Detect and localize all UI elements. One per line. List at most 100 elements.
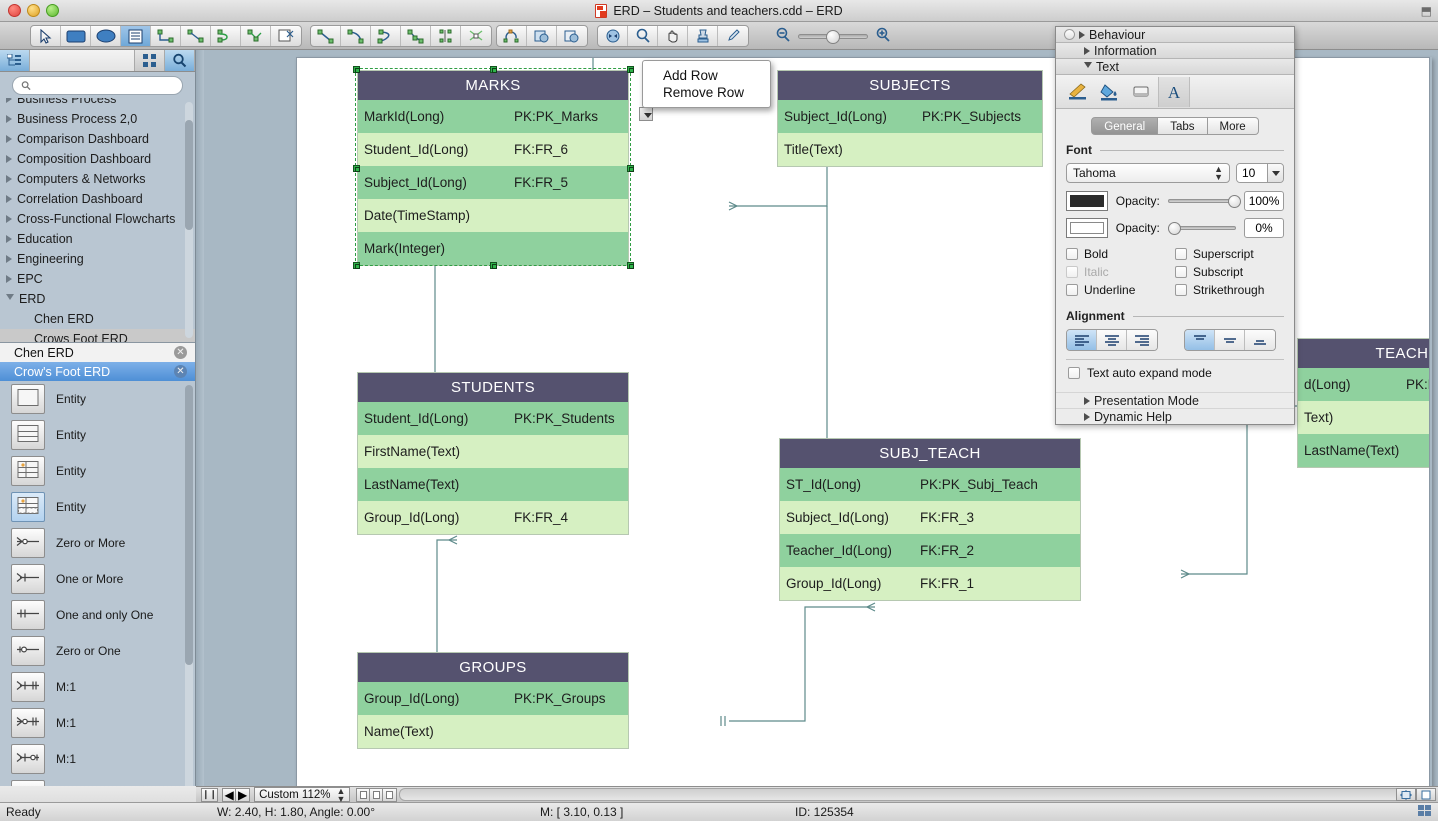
page-view-group[interactable] [356, 788, 397, 802]
refresh-icon[interactable] [598, 26, 628, 46]
subtract-icon[interactable] [557, 26, 587, 46]
chevron-right-icon[interactable] [6, 235, 12, 243]
tree-item-cross-functional-flowcharts[interactable]: Cross-Functional Flowcharts [0, 209, 195, 229]
rectangle-tool-icon[interactable] [61, 26, 91, 46]
chevron-right-icon[interactable] [6, 155, 12, 163]
tree-item-business-process[interactable]: Business Process [0, 98, 195, 109]
rounded-connector-icon[interactable] [211, 26, 241, 46]
context-menu-item-add-row[interactable]: Add Row [643, 67, 770, 84]
entity-row[interactable]: LastName(Text) [358, 468, 628, 501]
panel-section-dynamic-help[interactable]: Dynamic Help [1056, 408, 1294, 424]
row-context-menu[interactable]: Add RowRemove Row [642, 60, 771, 108]
shape-item-6[interactable]: One and only One [0, 597, 195, 633]
pause-icon[interactable]: ❙❙ [201, 788, 218, 802]
text-style-icon[interactable]: A [1158, 77, 1190, 107]
line-style-icon[interactable] [1062, 77, 1094, 107]
entity-row[interactable]: Subject_Id(Long)PK:PK_Subjects [778, 100, 1042, 133]
entity-row[interactable]: Text) [1298, 401, 1430, 434]
panel-section-behaviour[interactable]: Behaviour [1056, 27, 1294, 43]
shape-item-0[interactable]: Entity [0, 381, 195, 417]
arc-tool-icon[interactable] [341, 26, 371, 46]
direct-connector-icon[interactable] [181, 26, 211, 46]
tree-item-business-process-2-0[interactable]: Business Process 2,0 [0, 109, 195, 129]
shape-item-10[interactable]: M:1 [0, 741, 195, 777]
selection-handle[interactable] [353, 165, 360, 172]
smart-connector-icon[interactable] [241, 26, 271, 46]
selection-handle[interactable] [627, 165, 634, 172]
chevron-right-icon[interactable] [6, 115, 12, 123]
horizontal-scrollbar[interactable] [399, 788, 1436, 801]
close-icon[interactable]: ✕ [174, 346, 187, 359]
tree-scrollbar-thumb[interactable] [185, 120, 193, 230]
shape-item-1[interactable]: Entity [0, 417, 195, 453]
panel-tab-tabs[interactable]: Tabs [1158, 117, 1207, 135]
text-opacity-value[interactable]: 100% [1244, 191, 1284, 211]
shape-item-5[interactable]: One or More [0, 561, 195, 597]
close-icon[interactable]: ✕ [174, 365, 187, 378]
slider-knob[interactable] [1168, 222, 1181, 235]
tree-view-icon[interactable] [0, 50, 30, 71]
page-nav-group[interactable]: ◀ ▶ [222, 788, 250, 802]
zoom-out-icon[interactable] [775, 27, 791, 46]
entity-4-icon[interactable] [11, 492, 45, 522]
bg-opacity-slider[interactable] [1168, 226, 1236, 230]
entity-3-icon[interactable] [11, 456, 45, 486]
align-left-icon[interactable] [1067, 330, 1097, 350]
chevron-right-icon[interactable] [6, 275, 12, 283]
entity-row[interactable]: FirstName(Text) [358, 435, 628, 468]
checkbox-box[interactable] [1175, 284, 1187, 296]
library-tab-crow-s-foot-erd[interactable]: Crow's Foot ERD✕ [0, 362, 195, 381]
checkbox-box[interactable] [1175, 248, 1187, 260]
crowsfoot-m-1-b-icon[interactable] [11, 708, 45, 738]
checkbox-strikethrough[interactable]: Strikethrough [1175, 281, 1284, 299]
panel-section-information[interactable]: Information [1056, 43, 1294, 59]
panel-tab-general[interactable]: General [1091, 117, 1158, 135]
entity-row[interactable]: Mark(Integer) [358, 232, 628, 265]
panel-section-text[interactable]: Text [1056, 59, 1294, 75]
entity-row[interactable]: Teacher_Id(Long)FK:FR_2 [780, 534, 1080, 567]
entity-students[interactable]: STUDENTSStudent_Id(Long)PK:PK_StudentsFi… [357, 372, 629, 535]
stamp-tool-icon[interactable] [688, 26, 718, 46]
hand-tool-icon[interactable] [658, 26, 688, 46]
curve-tool-icon[interactable] [371, 26, 401, 46]
panel-section-presentation-mode[interactable]: Presentation Mode [1056, 392, 1294, 408]
shapes-scrollbar-thumb[interactable] [185, 385, 193, 665]
checkbox-box[interactable] [1066, 248, 1078, 260]
zoom-level-select[interactable]: Custom 112% ▲▼ [254, 787, 350, 802]
tree-item-engineering[interactable]: Engineering [0, 249, 195, 269]
chevron-right-icon[interactable] [6, 135, 12, 143]
entity-row[interactable]: Title(Text) [778, 133, 1042, 166]
bezier-tool-icon[interactable] [401, 26, 431, 46]
zoom-in-icon[interactable] [875, 27, 891, 46]
pointer-tool-icon[interactable] [31, 26, 61, 46]
entity-row[interactable]: ST_Id(Long)PK:PK_Subj_Teach [780, 468, 1080, 501]
canvas-corner-buttons[interactable] [1396, 788, 1436, 801]
entity-subjects[interactable]: SUBJECTSSubject_Id(Long)PK:PK_SubjectsTi… [777, 70, 1043, 167]
prev-page-icon[interactable]: ◀ [223, 789, 236, 801]
align-middle-icon[interactable] [1215, 330, 1245, 350]
entity-row[interactable]: Group_Id(Long)FK:FR_1 [780, 567, 1080, 600]
entity-subj_teach[interactable]: SUBJ_TEACHST_Id(Long)PK:PK_Subj_TeachSub… [779, 438, 1081, 601]
trim-icon[interactable] [461, 26, 491, 46]
crowsfoot-one-and-only-one-icon[interactable] [11, 600, 45, 630]
chevron-right-icon[interactable] [6, 255, 12, 263]
shape-item-3[interactable]: Entity [0, 489, 195, 525]
bg-color-swatch[interactable] [1066, 218, 1108, 238]
zoom-tool-icon[interactable] [628, 26, 658, 46]
shape-item-2[interactable]: Entity [0, 453, 195, 489]
entity-row[interactable]: Group_Id(Long)PK:PK_Groups [358, 682, 628, 715]
chevron-down-icon[interactable] [6, 294, 14, 304]
text-auto-expand-row[interactable]: Text auto expand mode [1068, 366, 1284, 380]
zoom-slider-knob[interactable] [826, 30, 840, 44]
tree-item-computers-networks[interactable]: Computers & Networks [0, 169, 195, 189]
crowsfoot-m-1-c-icon[interactable] [11, 744, 45, 774]
zoom-slider-track[interactable] [798, 34, 868, 39]
sidebar-path-field[interactable] [30, 50, 135, 71]
crowsfoot-m-1-a-icon[interactable] [11, 672, 45, 702]
crowsfoot-zero-or-one-icon[interactable] [11, 636, 45, 666]
selection-handle[interactable] [353, 262, 360, 269]
shape-item-8[interactable]: M:1 [0, 669, 195, 705]
library-tab-chen-erd[interactable]: Chen ERD✕ [0, 343, 195, 362]
checkbox-underline[interactable]: Underline [1066, 281, 1175, 299]
selection-handle[interactable] [353, 66, 360, 73]
